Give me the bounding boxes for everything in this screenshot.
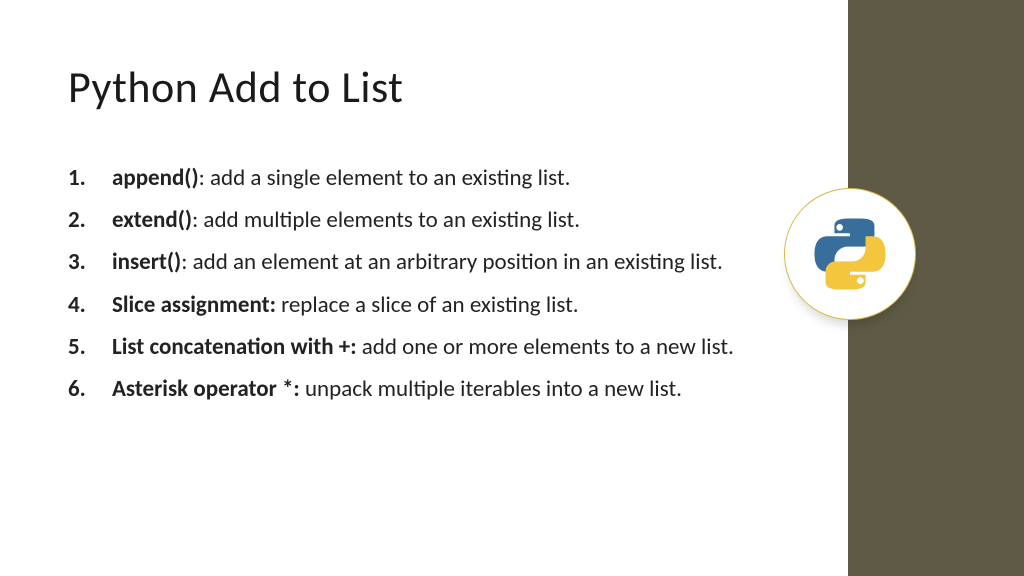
list-term: extend(): [112, 206, 192, 234]
list-item: append(): add a single element to an exi…: [68, 162, 808, 194]
methods-list: append(): add a single element to an exi…: [68, 162, 808, 405]
list-desc: add one or more elements to a new list.: [357, 333, 734, 361]
list-term: List concatenation with +:: [112, 333, 357, 361]
content-area: Python Add to List append(): add a singl…: [0, 0, 848, 576]
list-desc: : add an element at an arbitrary positio…: [181, 248, 723, 276]
list-desc: unpack multiple iterables into a new lis…: [300, 375, 682, 403]
list-term: insert(): [112, 248, 181, 276]
list-term: append(): [112, 164, 199, 192]
list-term: Slice assignment:: [112, 291, 276, 319]
list-item: insert(): add an element at an arbitrary…: [68, 246, 808, 278]
logo-badge: [784, 188, 916, 320]
list-item: Slice assignment: replace a slice of an …: [68, 289, 808, 321]
list-item: extend(): add multiple elements to an ex…: [68, 204, 808, 236]
list-term: Asterisk operator *:: [112, 375, 300, 403]
list-desc: : add a single element to an existing li…: [199, 164, 571, 192]
list-item: List concatenation with +: add one or mo…: [68, 331, 808, 363]
slide: Python Add to List append(): add a singl…: [0, 0, 1024, 576]
python-logo-icon: [813, 217, 887, 291]
list-desc: replace a slice of an existing list.: [276, 291, 579, 319]
list-item: Asterisk operator *: unpack multiple ite…: [68, 373, 808, 405]
slide-title: Python Add to List: [68, 60, 808, 114]
list-desc: : add multiple elements to an existing l…: [192, 206, 580, 234]
